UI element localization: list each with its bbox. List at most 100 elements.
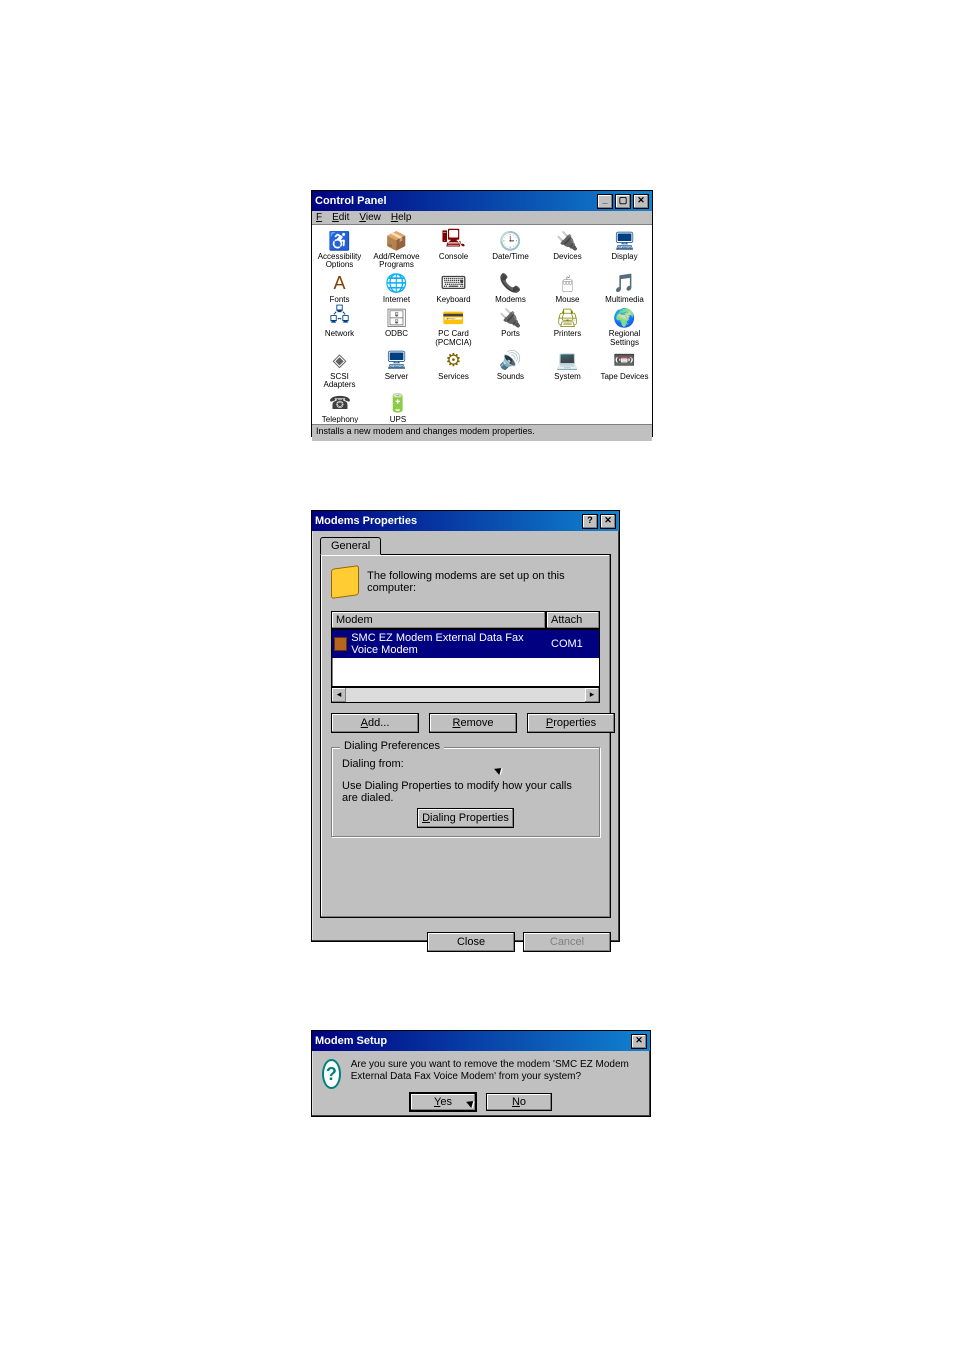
cp-item-fonts[interactable]: AFonts [314, 272, 365, 304]
cp-item-icon: 🖧 [328, 306, 352, 330]
modems-titlebar[interactable]: Modems Properties ? ✕ [312, 511, 619, 531]
add-button-label-rest: dd... [368, 717, 389, 729]
cp-item-printers[interactable]: 🖨Printers [542, 306, 593, 347]
cp-item-accessibility-options[interactable]: ♿Accessibility Options [314, 229, 365, 270]
cp-item-label: Console [439, 253, 468, 261]
add-button[interactable]: Add... [331, 713, 419, 733]
cp-item-keyboard[interactable]: ⌨Keyboard [428, 272, 479, 304]
close-button[interactable]: ✕ [600, 514, 616, 529]
cp-item-label: Keyboard [436, 296, 470, 304]
cp-item-system[interactable]: 💻System [542, 349, 593, 390]
cp-item-scsi-adapters[interactable]: ◈SCSI Adapters [314, 349, 365, 390]
cp-item-label: System [554, 373, 581, 381]
cp-item-label: Accessibility Options [314, 253, 365, 270]
modem-setup-title: Modem Setup [315, 1035, 387, 1047]
cp-item-ups[interactable]: 🔋UPS [372, 392, 424, 423]
cp-item-label: Ports [501, 330, 520, 338]
cp-item-modems[interactable]: 📞Modems [485, 272, 536, 304]
modem-setup-titlebar[interactable]: Modem Setup ✕ [312, 1031, 650, 1051]
cp-item-label: Internet [383, 296, 410, 304]
menu-help[interactable]: Help [391, 212, 412, 223]
cp-item-regional-settings[interactable]: 🌍Regional Settings [599, 306, 650, 347]
modem-list[interactable]: SMC EZ Modem External Data Fax Voice Mod… [331, 629, 600, 687]
cp-item-pc-card-pcmcia[interactable]: 💳PC Card (PCMCIA) [428, 306, 479, 347]
cp-item-label: Devices [553, 253, 581, 261]
cp-item-label: SCSI Adapters [314, 373, 365, 390]
cp-item-server[interactable]: 🖥Server [371, 349, 422, 390]
close-button[interactable]: ✕ [631, 1034, 647, 1049]
scroll-left[interactable]: ◂ [332, 688, 346, 702]
cp-item-odbc[interactable]: 🗄ODBC [371, 306, 422, 347]
menu-file[interactable]: F [316, 212, 322, 223]
cp-item-label: Server [385, 373, 409, 381]
cp-item-icon: 🖨 [556, 306, 580, 330]
cp-item-tape-devices[interactable]: 📼Tape Devices [599, 349, 650, 390]
list-scrollbar[interactable]: ◂ ▸ [331, 687, 600, 703]
modem-row-selected[interactable]: SMC EZ Modem External Data Fax Voice Mod… [332, 630, 599, 658]
cp-item-telephony[interactable]: ☎Telephony [314, 392, 366, 423]
control-panel-titlebar[interactable]: Control Panel _ ▢ ✕ [312, 191, 652, 211]
properties-button-label-rest: roperties [553, 717, 596, 729]
modem-list-header: Modem Attach [331, 611, 600, 629]
cp-item-icon: 🕒 [499, 229, 523, 253]
cp-item-services[interactable]: ⚙Services [428, 349, 479, 390]
cp-item-devices[interactable]: 🔌Devices [542, 229, 593, 270]
cp-item-multimedia[interactable]: 🎵Multimedia [599, 272, 650, 304]
menubar: F Edit View Help [312, 211, 652, 225]
control-panel-title: Control Panel [315, 195, 387, 207]
cp-item-label: Regional Settings [599, 330, 650, 347]
cp-item-icon: 🔌 [556, 229, 580, 253]
question-icon: ? [322, 1059, 341, 1089]
cp-item-label: UPS [390, 416, 406, 423]
cp-item-add-remove-programs[interactable]: 📦Add/Remove Programs [371, 229, 422, 270]
cp-item-mouse[interactable]: 🖱Mouse [542, 272, 593, 304]
cp-item-date-time[interactable]: 🕒Date/Time [485, 229, 536, 270]
scroll-track[interactable] [346, 688, 585, 702]
dialing-help-text: Use Dialing Properties to modify how you… [342, 780, 589, 804]
cp-item-icon: 💻 [556, 349, 580, 373]
remove-button[interactable]: Remove [429, 713, 517, 733]
properties-button[interactable]: Properties [527, 713, 615, 733]
confirm-message: Are you sure you want to remove the mode… [351, 1059, 640, 1083]
menu-view[interactable]: View [359, 212, 381, 223]
maximize-button[interactable]: ▢ [615, 194, 631, 209]
cp-item-icon: 🖱 [556, 272, 580, 296]
menu-edit[interactable]: Edit [332, 212, 349, 223]
cp-item-network[interactable]: 🖧Network [314, 306, 365, 347]
modem-icon [331, 565, 359, 599]
help-button[interactable]: ? [582, 514, 598, 529]
close-button[interactable]: ✕ [633, 194, 649, 209]
cp-item-icon: ⌨ [442, 272, 466, 296]
cp-item-internet[interactable]: 🌐Internet [371, 272, 422, 304]
modem-setup-dialog: Modem Setup ✕ ? Are you sure you want to… [311, 1030, 651, 1117]
no-button[interactable]: No [486, 1093, 552, 1111]
scroll-right[interactable]: ▸ [585, 688, 599, 702]
tab-general[interactable]: General [320, 537, 381, 555]
cp-item-icon: 💳 [442, 306, 466, 330]
cp-item-ports[interactable]: 🔌Ports [485, 306, 536, 347]
close-dialog-button[interactable]: Close [427, 932, 515, 952]
cp-item-label: Sounds [497, 373, 524, 381]
yes-button-label-rest: es [440, 1096, 452, 1108]
cp-item-sounds[interactable]: 🔊Sounds [485, 349, 536, 390]
dialing-properties-label-rest: ialing Properties [430, 812, 509, 824]
control-panel-client: ♿Accessibility Options📦Add/Remove Progra… [312, 225, 652, 423]
status-bar: Installs a new modem and changes modem p… [312, 423, 652, 441]
intro-text: The following modems are set up on this … [367, 570, 600, 594]
col-attached[interactable]: Attach [546, 611, 600, 629]
cp-item-label: Date/Time [492, 253, 529, 261]
dialing-from-label: Dialing from: [342, 758, 589, 770]
yes-button[interactable]: Yes [410, 1093, 476, 1111]
minimize-button[interactable]: _ [597, 194, 613, 209]
col-modem[interactable]: Modem [331, 611, 546, 629]
cp-item-label: Services [438, 373, 469, 381]
dialing-preferences-group: Dialing Preferences Dialing from: Use Di… [331, 747, 600, 837]
modems-title: Modems Properties [315, 515, 417, 527]
cp-item-icon: 🎵 [613, 272, 637, 296]
modem-row-name: SMC EZ Modem External Data Fax Voice Mod… [351, 632, 545, 656]
cp-item-console[interactable]: 🖳Console [428, 229, 479, 270]
cp-item-icon: 🗄 [385, 306, 409, 330]
cp-item-display[interactable]: 🖥Display [599, 229, 650, 270]
modem-row-port: COM1 [547, 636, 599, 652]
dialing-properties-button[interactable]: Dialing Properties [417, 808, 514, 828]
